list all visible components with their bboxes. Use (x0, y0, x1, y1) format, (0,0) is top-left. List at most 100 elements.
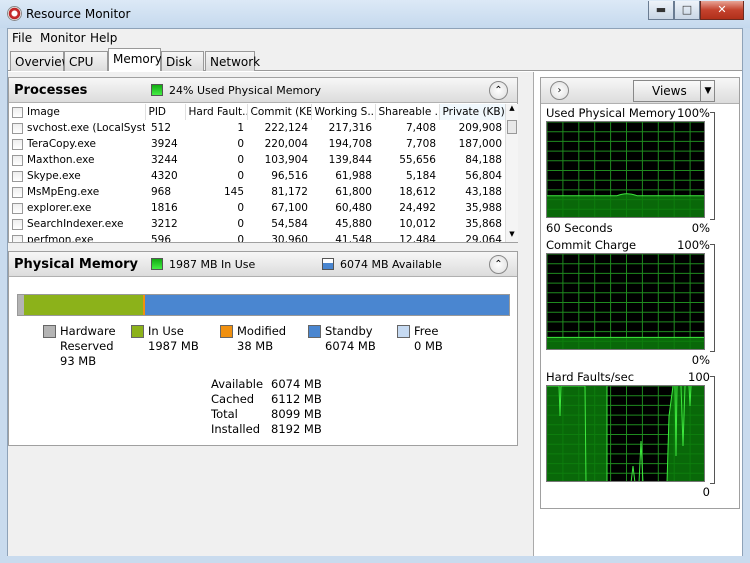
legend-swatch (308, 325, 321, 338)
cell: 1816 (151, 202, 178, 214)
menu-monitor[interactable]: Monitor (40, 31, 86, 45)
graph-scale-bracket (710, 244, 715, 352)
collapse-processes-button[interactable]: ⌃ (489, 81, 508, 100)
column-header[interactable]: PID (145, 104, 186, 120)
row-checkbox[interactable] (12, 138, 23, 150)
cell: 41,548 (335, 234, 372, 242)
cell: 139,844 (328, 154, 372, 166)
physical-memory-header[interactable]: Physical Memory 1987 MB In Use 6074 MB A… (9, 252, 517, 277)
menu-file[interactable]: File (12, 31, 32, 45)
table-row[interactable]: svchost.exe (LocalSyste... 512 1 222,124 217… (9, 120, 505, 136)
cell: 209,908 (458, 122, 502, 134)
graph-canvas (546, 253, 705, 350)
row-checkbox[interactable] (12, 170, 23, 182)
column-header[interactable]: Image (9, 104, 146, 120)
client-area: File Monitor Help Overview CPU Memory Di… (7, 28, 743, 556)
collapse-physical-memory-button[interactable]: ⌃ (489, 255, 508, 274)
graph-fill (547, 337, 704, 349)
table-row[interactable]: MsMpEng.exe 968 145 81,172 61,800 18,612 43,18… (9, 184, 505, 200)
legend-swatch (131, 325, 144, 338)
column-header[interactable]: Hard Fault... (185, 104, 248, 120)
process-name: TeraCopy.exe (27, 138, 96, 150)
physical-memory-panel: Physical Memory 1987 MB In Use 6074 MB A… (8, 251, 518, 446)
row-checkbox[interactable] (12, 202, 23, 214)
row-checkbox[interactable] (12, 234, 23, 242)
graph-title: Hard Faults/sec (546, 370, 635, 384)
row-checkbox[interactable] (12, 186, 23, 198)
cell: svchost.exe (LocalSyste... (9, 120, 145, 136)
views-dropdown[interactable]: Views ▼ (633, 80, 715, 102)
content-area: Processes 24% Used Physical Memory ⌃ Ima… (8, 72, 742, 556)
row-checkbox[interactable] (12, 122, 23, 134)
scroll-up-arrow-icon[interactable]: ▲ (506, 104, 518, 112)
memory-usage-indicator (151, 84, 163, 96)
cell: 222,124 (264, 122, 308, 134)
table-row[interactable]: Skype.exe 4320 0 96,516 61,988 5,184 56,804 (9, 168, 505, 184)
close-button[interactable]: ✕ (700, 1, 744, 20)
row-checkbox[interactable] (12, 154, 23, 166)
stat-row: Cached 6112 MB (211, 392, 322, 407)
table-row[interactable]: Maxthon.exe 3244 0 103,904 139,844 55,656 84,1… (9, 152, 505, 168)
processes-header[interactable]: Processes 24% Used Physical Memory ⌃ (9, 78, 517, 103)
cell: 512 (151, 122, 172, 134)
column-header[interactable]: Private (KB) (439, 104, 505, 120)
legend-value: 1987 MB (148, 339, 199, 353)
cell: 35,988 (465, 202, 502, 214)
cell: 0 (237, 218, 244, 230)
minimize-button[interactable]: ▬ (648, 1, 674, 20)
stat-value: 6074 MB (271, 377, 322, 391)
cell: 7,408 (405, 122, 436, 134)
row-checkbox[interactable] (12, 218, 23, 230)
legend-item: Standby 6074 MB (308, 324, 376, 354)
expand-graphs-button[interactable]: › (550, 81, 569, 100)
cell: 220,004 (264, 138, 308, 150)
table-row[interactable]: explorer.exe 1816 0 67,100 60,480 24,492 35,98… (9, 200, 505, 216)
column-header[interactable]: Shareable ... (375, 104, 440, 120)
column-header[interactable]: Working S... (311, 104, 376, 120)
cell: 3212 (151, 218, 178, 230)
bar-segment-in-use (23, 295, 143, 315)
menu-bar: File Monitor Help (8, 29, 742, 47)
cell: 0 (237, 170, 244, 182)
column-label: Image (27, 106, 60, 118)
table-row[interactable]: TeraCopy.exe 3924 0 220,004 194,708 7,708 187,… (9, 136, 505, 152)
tab-network[interactable]: Network (205, 51, 260, 71)
table-row[interactable]: SearchIndexer.exe 3212 0 54,584 45,880 10,012… (9, 216, 505, 232)
stat-row: Available 6074 MB (211, 377, 322, 392)
table-row[interactable]: perfmon.exe 596 0 30,960 41,548 12,484 29,064 (9, 232, 505, 242)
views-label: Views (652, 84, 687, 98)
cell: 30,960 (271, 234, 308, 242)
scroll-thumb[interactable] (507, 120, 517, 134)
cell: Skype.exe (9, 168, 145, 184)
processes-scrollbar[interactable]: ▲ ▼ (505, 104, 518, 242)
stat-row: Total 8099 MB (211, 407, 322, 422)
cell: 81,172 (271, 186, 308, 198)
cell: 968 (151, 186, 172, 198)
dropdown-arrow-icon: ▼ (700, 81, 715, 101)
menu-help[interactable]: Help (90, 31, 117, 45)
tab-cpu[interactable]: CPU (64, 51, 108, 71)
column-header[interactable]: Commit (KB) (247, 104, 312, 120)
in-use-indicator (151, 258, 163, 270)
cell: 96,516 (271, 170, 308, 182)
graph-title: Commit Charge (546, 238, 637, 252)
tab-memory[interactable]: Memory (108, 48, 162, 71)
graph-pane: › Views ▼ Used Physical Memory 100% 60 S… (533, 72, 742, 556)
tab-overview[interactable]: Overview (10, 51, 72, 71)
cell: 24,492 (399, 202, 436, 214)
select-all-checkbox[interactable] (12, 106, 23, 118)
graph-scale-bracket (710, 376, 715, 484)
cell: 103,904 (264, 154, 308, 166)
legend-item: Free 0 MB (397, 324, 443, 354)
graph-max: 100% (677, 106, 710, 120)
cell: 29,064 (465, 234, 502, 242)
scroll-down-arrow-icon[interactable]: ▼ (506, 230, 518, 238)
graph-min: 0% (691, 221, 710, 235)
available-indicator (322, 258, 334, 270)
maximize-button[interactable]: □ (674, 1, 700, 20)
cell: 217,316 (328, 122, 372, 134)
cell: 54,584 (271, 218, 308, 230)
stat-label: Total (211, 407, 238, 421)
cell: 0 (237, 202, 244, 214)
tab-disk[interactable]: Disk (161, 51, 204, 71)
